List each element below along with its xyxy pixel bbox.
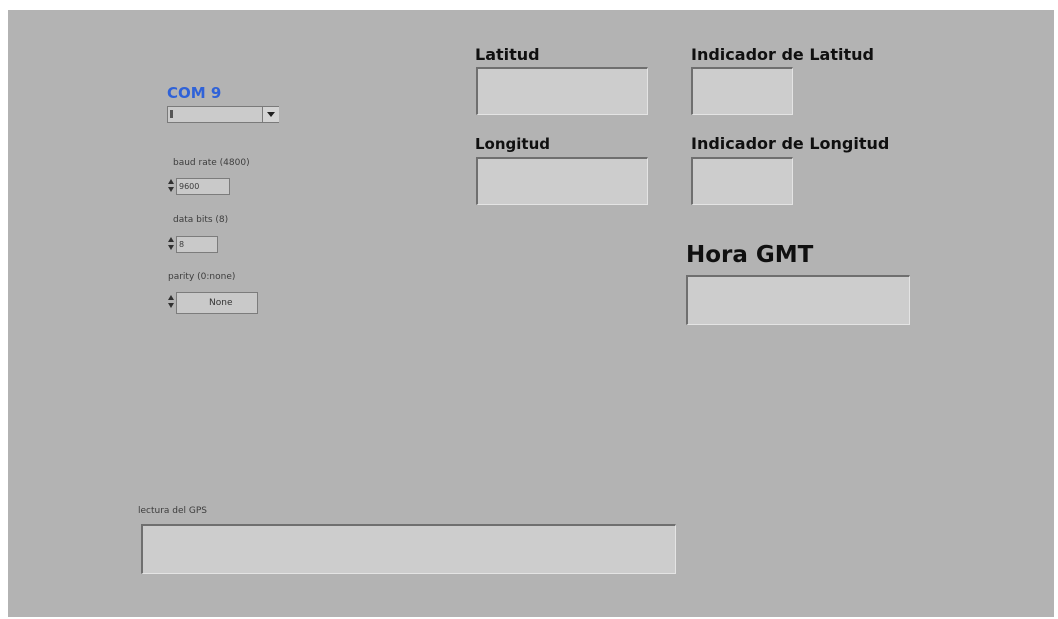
visa-resource-label: COM 9 (167, 84, 222, 102)
data-bits-field[interactable]: 8 (176, 236, 218, 253)
indicador-longitud-indicator (691, 157, 793, 205)
baud-rate-label: baud rate (4800) (173, 158, 250, 168)
spinner-down-icon (168, 245, 174, 250)
parity-field[interactable]: None (176, 292, 258, 314)
indicador-longitud-label: Indicador de Longitud (691, 134, 890, 153)
hora-gmt-indicator (686, 275, 910, 325)
parity-label: parity (0:none) (168, 272, 236, 282)
spinner-down-icon (168, 303, 174, 308)
spinner-up-icon (168, 295, 174, 300)
hora-gmt-label: Hora GMT (686, 242, 814, 268)
lectura-gps-indicator (141, 524, 676, 574)
lectura-gps-label: lectura del GPS (138, 506, 208, 516)
data-bits-label: data bits (8) (173, 215, 229, 225)
parity-value: None (209, 298, 233, 308)
parity-spinner[interactable] (168, 294, 175, 310)
dropdown-button[interactable] (262, 107, 279, 122)
indicador-latitud-label: Indicador de Latitud (691, 45, 874, 64)
spinner-up-icon (168, 179, 174, 184)
data-bits-spinner[interactable] (168, 236, 175, 252)
baud-rate-spinner[interactable] (168, 178, 175, 194)
longitud-indicator (476, 157, 648, 205)
latitud-label: Latitud (475, 45, 540, 64)
indicador-latitud-indicator (691, 67, 793, 115)
spinner-up-icon (168, 237, 174, 242)
latitud-indicator (476, 67, 648, 115)
visa-resource-select[interactable] (167, 106, 279, 123)
baud-rate-field[interactable]: 9600 (176, 178, 230, 195)
front-panel: COM 9 baud rate (4800) 9600 data bits (8… (8, 10, 1054, 617)
longitud-label: Longitud (475, 135, 551, 153)
dropdown-arrow-icon (267, 112, 275, 117)
spinner-down-icon (168, 187, 174, 192)
visa-icon (170, 110, 173, 118)
